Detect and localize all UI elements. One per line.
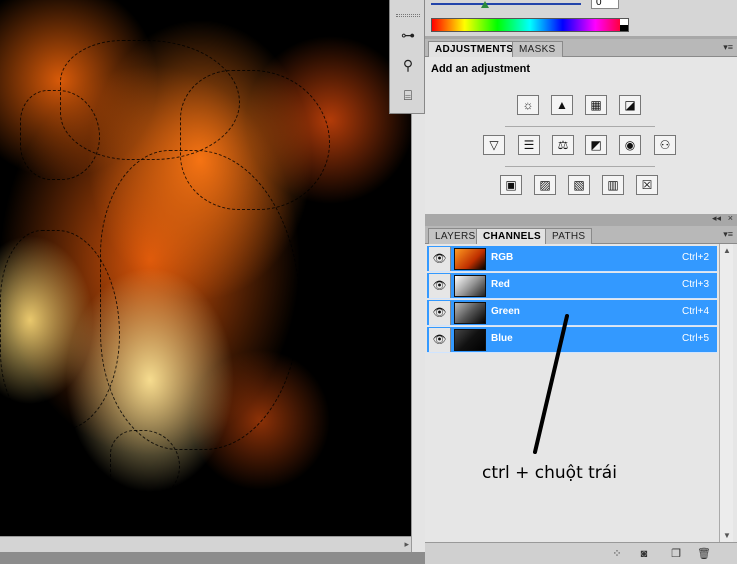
photo-filter-icon[interactable]: ◉ — [619, 135, 641, 155]
levels-icon[interactable]: ▲ — [551, 95, 573, 115]
channel-mixer-icon[interactable]: ⚇ — [654, 135, 676, 155]
brightness-icon[interactable]: ☼ — [517, 95, 539, 115]
stamp-icon[interactable]: ⌸ — [399, 86, 417, 104]
panel-menu-icon[interactable]: ▾≡ — [723, 42, 733, 53]
curves-icon[interactable]: ▦ — [585, 95, 607, 115]
tab-adjustments[interactable]: ADJUSTMENTS — [428, 41, 521, 57]
channels-scrollbar[interactable]: ▲ ▼ — [719, 244, 733, 542]
invert-icon[interactable]: ▣ — [500, 175, 522, 195]
collapse-icon[interactable]: ◂◂ — [712, 213, 721, 224]
tab-channels[interactable]: CHANNELS — [476, 228, 548, 244]
color-panel: 0 — [425, 0, 737, 38]
annotation-arrow — [533, 314, 569, 454]
new-channel-icon[interactable]: ❐ — [669, 547, 683, 561]
status-bar — [0, 552, 425, 564]
adjustments-title: Add an adjustment — [431, 63, 531, 75]
channels-footer: ⁘ ◙ ❐ 🗑 — [425, 542, 737, 564]
black-white-icon[interactable]: ◩ — [585, 135, 607, 155]
white-swatch[interactable] — [620, 19, 628, 25]
threshold-icon[interactable]: ▧ — [568, 175, 590, 195]
adjustments-panel: Add an adjustment ☼ ▲ ▦ ◪ ▽ ☰ ⚖ ◩ ◉ ⚇ ▣ … — [425, 57, 737, 214]
load-selection-icon[interactable]: ⁘ — [610, 547, 624, 561]
color-balance-icon[interactable]: ⚖ — [552, 135, 574, 155]
channels-panel: 👁 RGB Ctrl+2 👁 Red Ctrl+3 👁 Green Ctrl+4… — [425, 244, 737, 542]
gradient-map-icon[interactable]: ▥ — [602, 175, 624, 195]
adjustment-row: ▣ ▨ ▧ ▥ ☒ — [425, 175, 737, 201]
trash-icon[interactable]: 🗑 — [697, 547, 711, 561]
adjustments-tabbar: ADJUSTMENTS MASKS ▾≡ — [425, 39, 737, 57]
tab-paths[interactable]: PATHS — [545, 228, 593, 244]
selection-marquee — [110, 430, 180, 500]
grip-handle[interactable] — [396, 14, 420, 17]
adjustment-row: ☼ ▲ ▦ ◪ — [425, 95, 737, 121]
hue-saturation-icon[interactable]: ☰ — [518, 135, 540, 155]
close-icon[interactable]: × — [728, 213, 733, 223]
document-canvas[interactable] — [0, 0, 411, 536]
divider — [505, 126, 655, 127]
color-spectrum[interactable] — [431, 18, 629, 32]
scroll-up-icon[interactable]: ▲ — [723, 246, 731, 255]
collapsed-tool-strip: ⊶ ⚲ ⌸ — [389, 0, 425, 114]
scroll-right-icon[interactable]: ▸ — [404, 539, 409, 550]
posterize-icon[interactable]: ▨ — [534, 175, 556, 195]
selective-color-icon[interactable]: ☒ — [636, 175, 658, 195]
horizontal-scrollbar[interactable]: ▸ — [0, 536, 411, 552]
selection-marquee — [180, 70, 330, 210]
divider — [505, 166, 655, 167]
adjustment-row: ▽ ☰ ⚖ ◩ ◉ ⚇ — [425, 135, 737, 161]
panel-dock: 0 ADJUSTMENTS MASKS ▾≡ Add an adjustment… — [425, 0, 737, 564]
color-slider[interactable]: 0 — [431, 0, 621, 12]
exposure-icon[interactable]: ◪ — [619, 95, 641, 115]
channels-tabbar: LAYERS CHANNELS PATHS ▾≡ — [425, 226, 737, 244]
scroll-down-icon[interactable]: ▼ — [723, 531, 731, 540]
slider-thumb[interactable] — [481, 1, 489, 8]
panel-menu-icon[interactable]: ▾≡ — [723, 229, 733, 240]
selection-marquee — [20, 90, 100, 180]
vibrance-icon[interactable]: ▽ — [483, 135, 505, 155]
tab-layers[interactable]: LAYERS — [428, 228, 483, 244]
slider-value[interactable]: 0 — [591, 0, 619, 9]
usb-icon[interactable]: ⚲ — [399, 56, 417, 74]
save-selection-icon[interactable]: ◙ — [637, 547, 651, 561]
panel-collapse-bar: ◂◂ × — [425, 213, 737, 226]
annotation-text: ctrl + chuột trái — [482, 463, 617, 483]
slider-track — [431, 3, 581, 5]
tab-masks[interactable]: MASKS — [512, 41, 563, 57]
adjust-sliders-icon[interactable]: ⊶ — [399, 26, 417, 44]
